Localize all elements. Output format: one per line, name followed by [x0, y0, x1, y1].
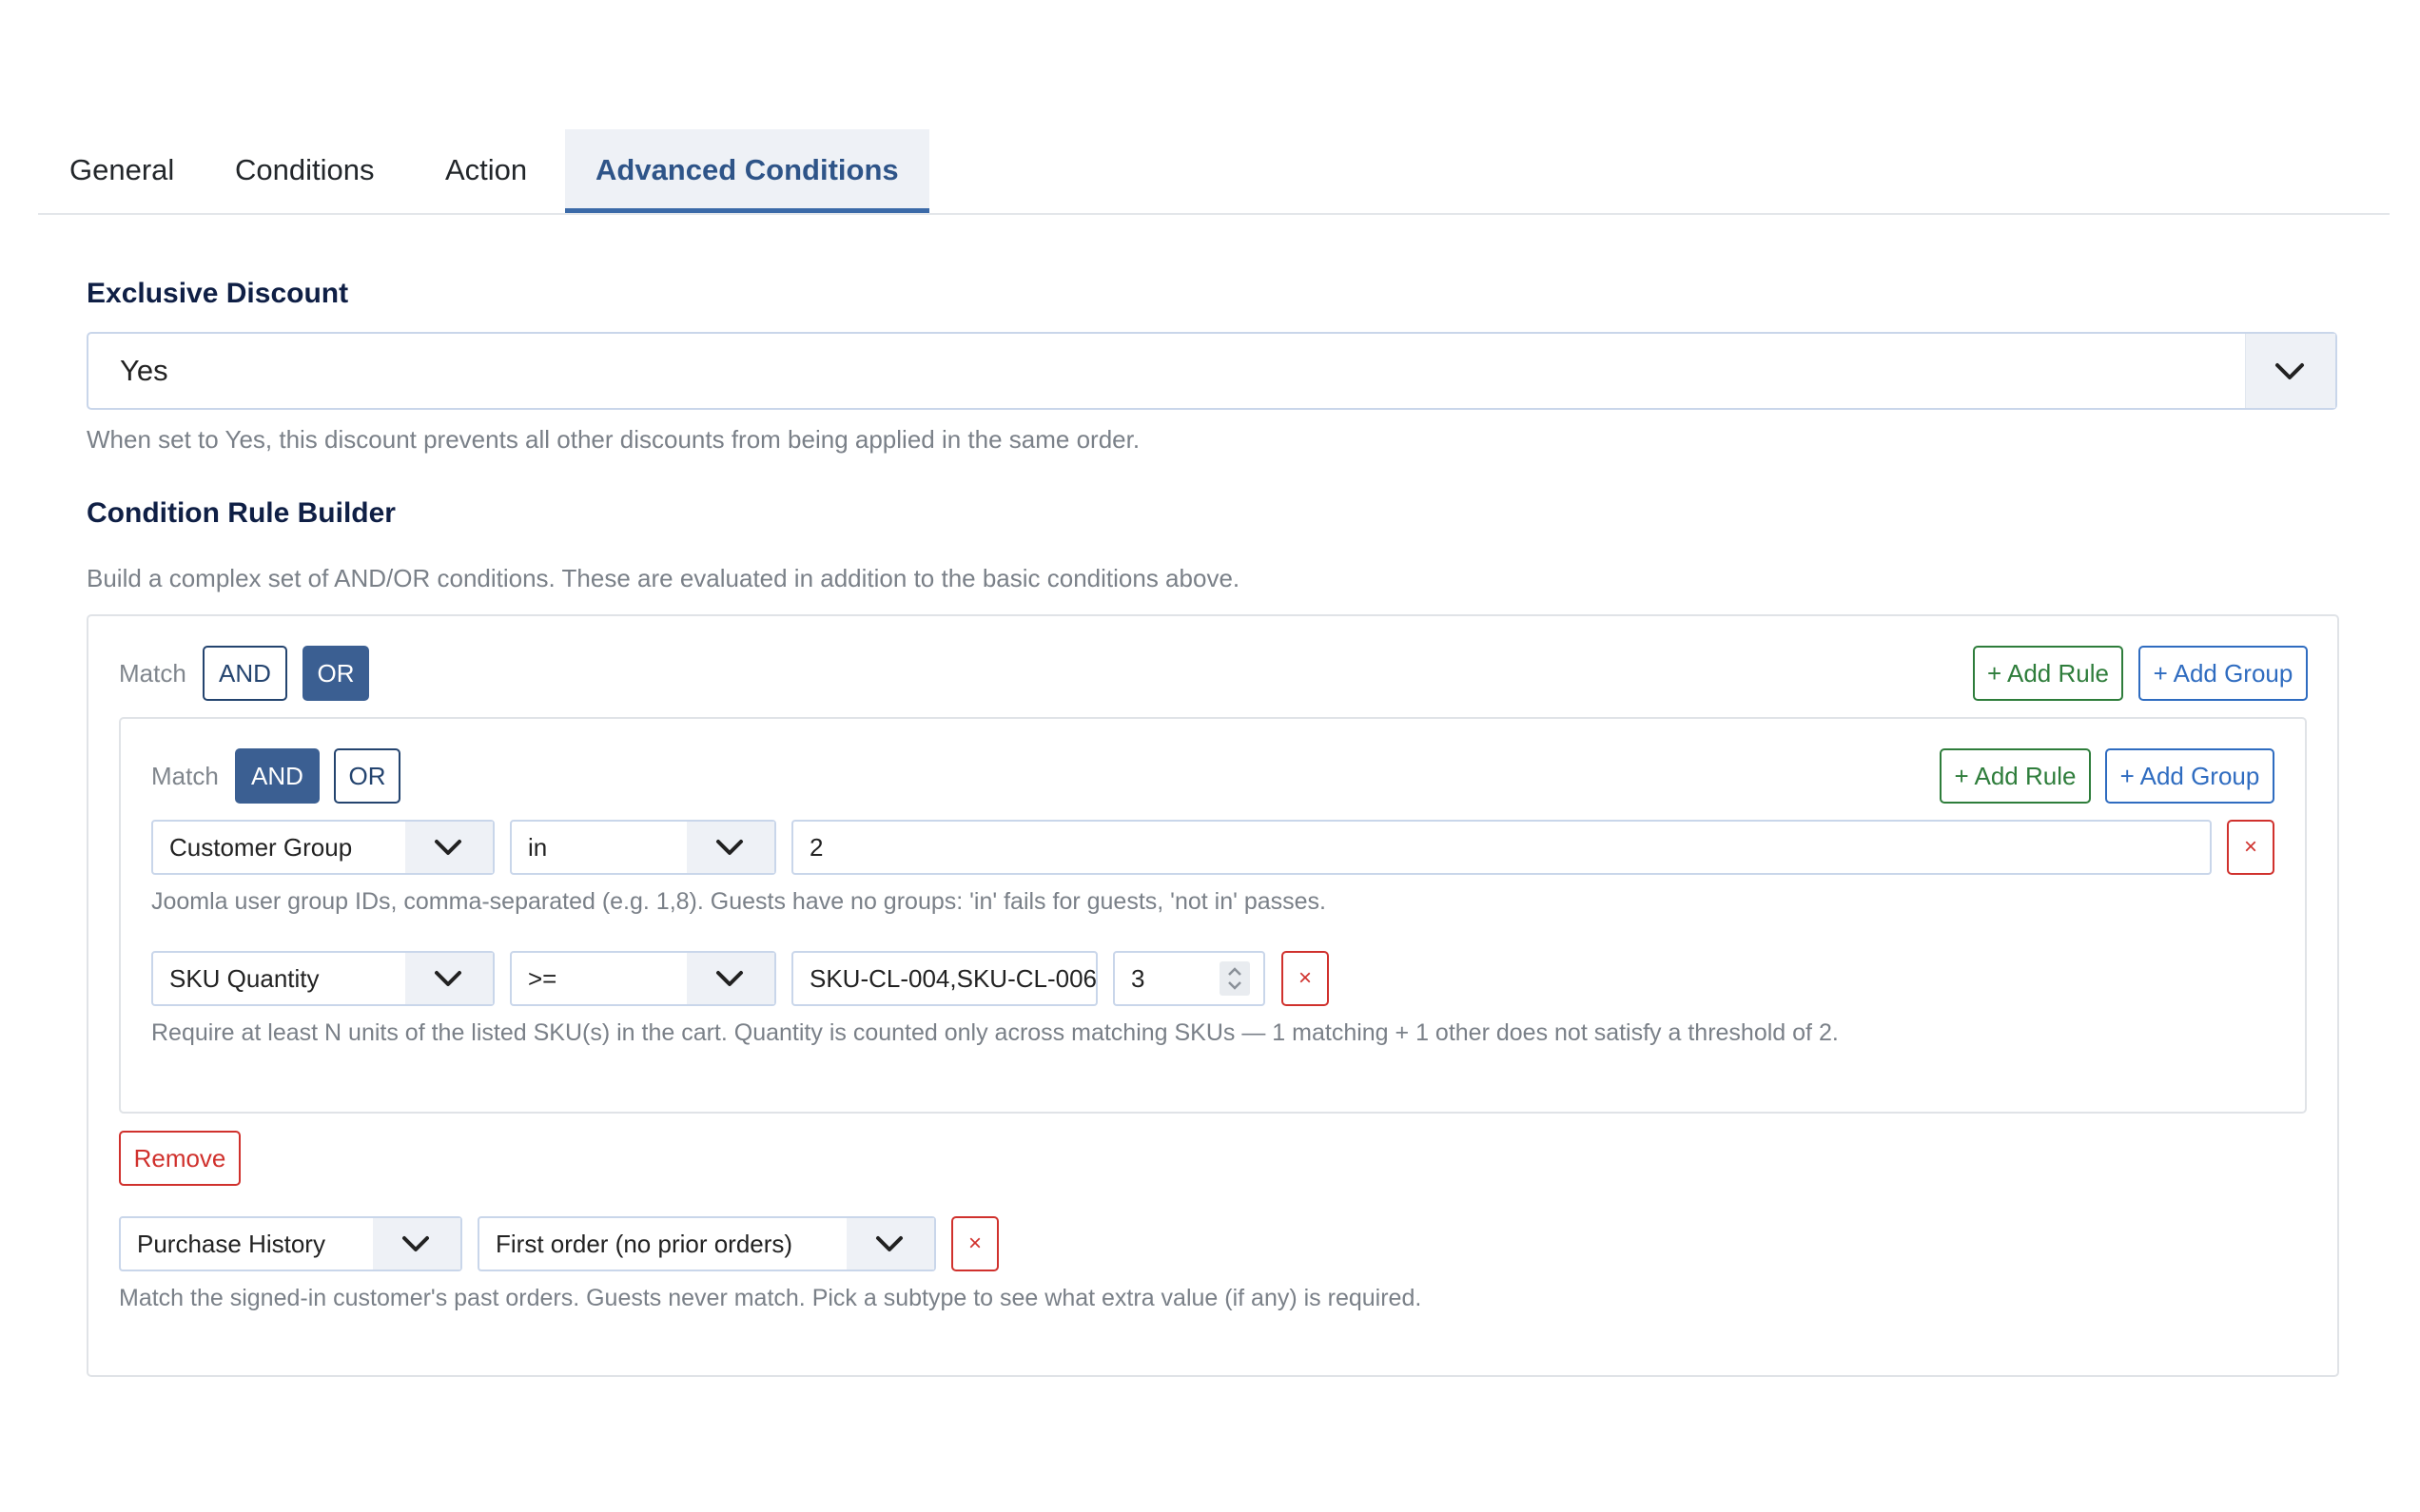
exclusive-discount-select[interactable]: Yes	[87, 332, 2337, 410]
rule-value-text: 2	[810, 833, 824, 862]
delete-rule-button[interactable]: ×	[2227, 820, 2274, 875]
quantity-stepper[interactable]: 3	[1113, 951, 1265, 1006]
page: General Conditions Action Advanced Condi…	[0, 0, 2420, 1512]
root-and-button[interactable]: AND	[203, 646, 287, 701]
tab-general[interactable]: General	[69, 129, 174, 211]
root-add-rule-button[interactable]: + Add Rule	[1973, 646, 2123, 701]
quantity-value: 3	[1131, 964, 1145, 993]
chevron-down-icon	[405, 822, 493, 873]
rule-operator-value: in	[528, 833, 548, 862]
rule-sku-text: SKU-CL-004,SKU-CL-006	[810, 964, 1098, 993]
rule-field-value: Customer Group	[169, 833, 353, 862]
group-add-group-button[interactable]: + Add Group	[2105, 748, 2274, 804]
root-rule-field-value: Purchase History	[137, 1230, 325, 1258]
exclusive-discount-heading: Exclusive Discount	[87, 278, 349, 309]
tab-bar: General Conditions Action Advanced Condi…	[38, 129, 2390, 215]
delete-rule-button[interactable]: ×	[1281, 951, 1329, 1006]
root-rule-subtype-select[interactable]: First order (no prior orders)	[478, 1216, 936, 1271]
tab-action[interactable]: Action	[445, 129, 527, 211]
remove-group-button[interactable]: Remove	[119, 1131, 241, 1186]
chevron-down-icon	[405, 953, 493, 1004]
root-rule-help: Match the signed-in customer's past orde…	[119, 1285, 1422, 1311]
group-add-rule-button[interactable]: + Add Rule	[1940, 748, 2091, 804]
rule-value-input[interactable]: 2	[791, 820, 2212, 875]
spinner-arrows-icon[interactable]	[1220, 961, 1250, 996]
exclusive-discount-value: Yes	[120, 354, 168, 387]
root-match-label: Match	[119, 659, 186, 688]
rule-field-select[interactable]: SKU Quantity	[151, 951, 495, 1006]
group-and-button[interactable]: AND	[235, 748, 320, 804]
rule-sku-input[interactable]: SKU-CL-004,SKU-CL-006	[791, 951, 1098, 1006]
root-rule-field-select[interactable]: Purchase History	[119, 1216, 462, 1271]
chevron-down-icon	[687, 822, 774, 873]
delete-rule-button[interactable]: ×	[951, 1216, 999, 1271]
tab-conditions[interactable]: Conditions	[235, 129, 374, 211]
rule-field-select[interactable]: Customer Group	[151, 820, 495, 875]
rule-operator-value: >=	[528, 964, 557, 993]
chevron-down-icon	[2245, 334, 2335, 408]
root-rule-subtype-value: First order (no prior orders)	[496, 1230, 793, 1258]
rule-help: Joomla user group IDs, comma-separated (…	[151, 888, 1326, 915]
root-or-button[interactable]: OR	[302, 646, 369, 701]
rule-field-value: SKU Quantity	[169, 964, 320, 993]
group-or-button[interactable]: OR	[334, 748, 400, 804]
tab-advanced-conditions[interactable]: Advanced Conditions	[565, 129, 929, 213]
rule-operator-select[interactable]: in	[510, 820, 776, 875]
chevron-down-icon	[687, 953, 774, 1004]
exclusive-discount-help: When set to Yes, this discount prevents …	[87, 425, 1141, 454]
group-match-label: Match	[151, 762, 219, 790]
rule-builder-heading: Condition Rule Builder	[87, 497, 396, 529]
rule-builder-help: Build a complex set of AND/OR conditions…	[87, 564, 1240, 592]
root-add-group-button[interactable]: + Add Group	[2138, 646, 2308, 701]
chevron-down-icon	[373, 1218, 460, 1270]
rule-operator-select[interactable]: >=	[510, 951, 776, 1006]
rule-help: Require at least N units of the listed S…	[151, 1019, 1839, 1046]
chevron-down-icon	[847, 1218, 934, 1270]
